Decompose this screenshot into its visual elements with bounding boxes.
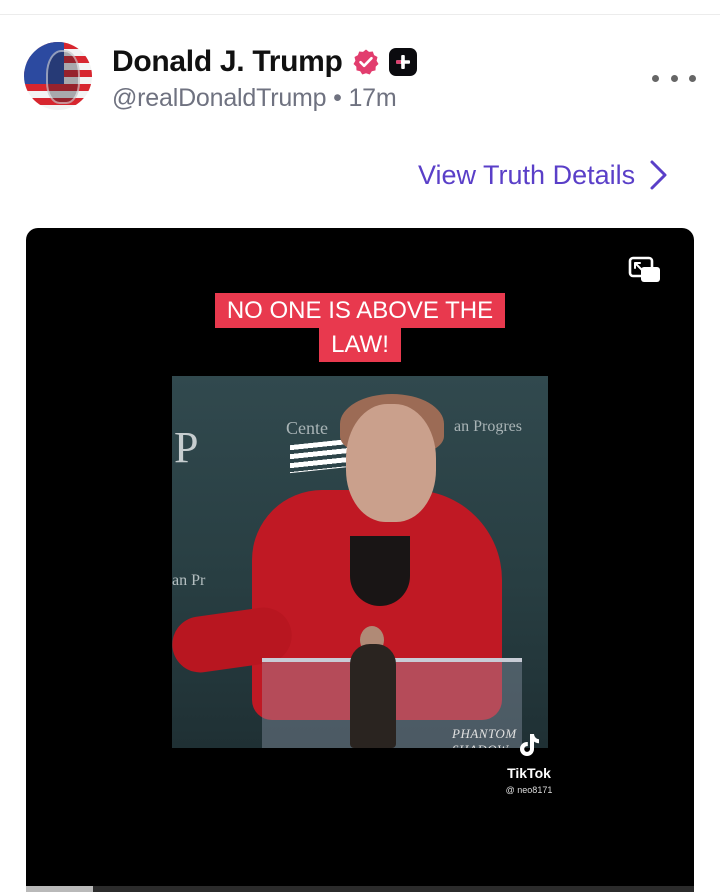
banner-side-text: an Pr bbox=[172, 572, 206, 589]
avatar[interactable] bbox=[24, 42, 92, 110]
handle-row: @realDonaldTrump • 17m bbox=[112, 84, 397, 113]
author-row: Donald J. Trump bbox=[112, 42, 417, 82]
author-name[interactable]: Donald J. Trump bbox=[112, 45, 343, 79]
caption-line-2: LAW! bbox=[319, 327, 401, 362]
post-time[interactable]: 17m bbox=[348, 84, 396, 112]
meta-separator: • bbox=[333, 84, 342, 112]
plus-badge-icon bbox=[388, 48, 417, 76]
caption-line-1: NO ONE IS ABOVE THE bbox=[214, 293, 506, 328]
more-options-icon[interactable] bbox=[652, 66, 696, 90]
overlay-person bbox=[350, 644, 396, 748]
verified-badge-icon bbox=[351, 47, 381, 77]
video-progress-bar[interactable] bbox=[26, 886, 694, 892]
view-truth-details-link[interactable]: View Truth Details bbox=[418, 158, 671, 192]
chevron-right-icon bbox=[650, 160, 667, 190]
top-divider bbox=[0, 0, 720, 15]
tiktok-watermark: TikTok @ neo8171 bbox=[494, 732, 564, 795]
tiktok-user: @ neo8171 bbox=[505, 785, 553, 795]
author-handle[interactable]: @realDonaldTrump bbox=[112, 84, 327, 112]
video-player[interactable]: NO ONE IS ABOVE THE LAW! P Cente an Prog… bbox=[26, 228, 694, 892]
video-progress-fill bbox=[26, 886, 93, 892]
tiktok-logo-icon bbox=[520, 734, 539, 756]
view-truth-details-label: View Truth Details bbox=[418, 159, 636, 190]
banner-letter: P bbox=[174, 423, 199, 472]
banner-text-left: Cente bbox=[286, 418, 328, 438]
speaker-head bbox=[346, 404, 436, 522]
video-frame: P Cente an Progres an Pr PHANTOM SHADOW bbox=[172, 376, 548, 748]
banner-text-right: an Progres bbox=[454, 418, 522, 435]
avatar-face bbox=[46, 50, 80, 104]
banner-flag-logo bbox=[290, 438, 350, 474]
speaker-neck bbox=[350, 536, 410, 606]
picture-in-picture-icon[interactable] bbox=[628, 256, 662, 284]
video-caption: NO ONE IS ABOVE THE LAW! bbox=[26, 293, 694, 362]
tiktok-label: TikTok bbox=[507, 765, 551, 781]
